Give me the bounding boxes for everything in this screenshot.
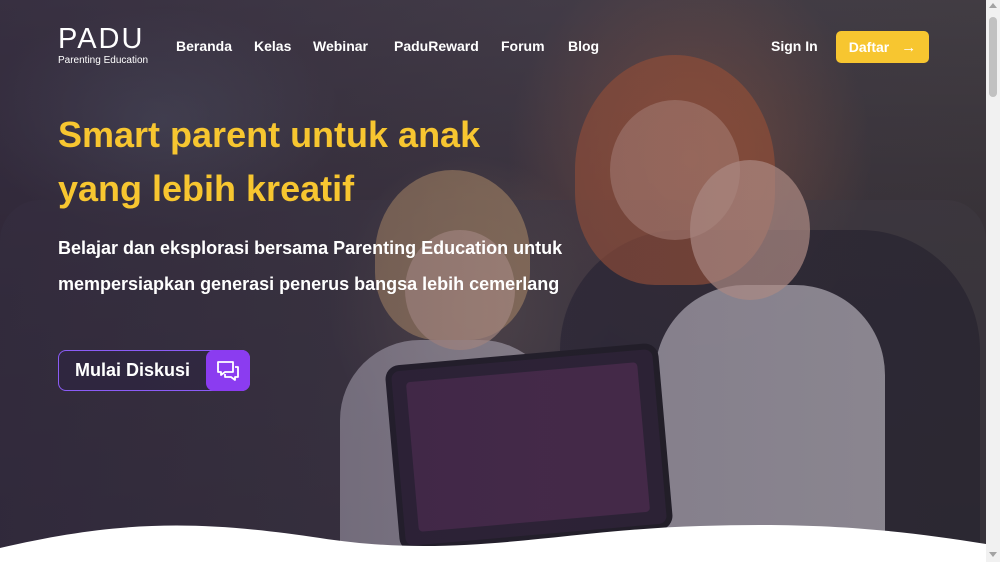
nav-link-kelas[interactable]: Kelas: [254, 38, 291, 54]
nav-link-forum[interactable]: Forum: [501, 38, 545, 54]
vertical-scrollbar[interactable]: [986, 0, 1000, 562]
nav-link-webinar[interactable]: Webinar: [313, 38, 368, 54]
nav-link-blog[interactable]: Blog: [568, 38, 599, 54]
headline-line-2: yang lebih kreatif: [58, 168, 355, 209]
bottom-wave-divider: [0, 524, 986, 562]
register-button[interactable]: Daftar →: [836, 31, 929, 63]
logo[interactable]: PADU Parenting Education: [58, 24, 148, 67]
register-button-label: Daftar: [848, 39, 890, 55]
headline-line-1: Smart parent untuk anak: [58, 114, 481, 155]
start-discussion-label: Mulai Diskusi: [75, 360, 191, 380]
scrollbar-thumb[interactable]: [989, 17, 997, 97]
hero-description: Belajar dan eksplorasi bersama Parenting…: [58, 238, 563, 294]
nav-link-beranda[interactable]: Beranda: [176, 38, 232, 54]
arrow-right-icon: →: [901, 38, 917, 56]
chat-bubbles-icon: [206, 350, 250, 391]
scroll-down-arrow-icon[interactable]: [989, 552, 997, 557]
logo-tagline: Parenting Education: [58, 55, 149, 66]
scroll-up-arrow-icon[interactable]: [989, 3, 997, 8]
hero-background-photo: PADU Parenting Education Beranda Kelas W…: [0, 0, 986, 562]
hero-headline: Smart parent untuk anak yang lebih kreat…: [58, 108, 480, 216]
sign-in-link[interactable]: Sign In: [771, 38, 818, 54]
start-discussion-button[interactable]: Mulai Diskusi: [58, 350, 250, 391]
logo-text: PADU: [58, 23, 145, 55]
nav-link-padureward[interactable]: PaduReward: [394, 38, 479, 54]
